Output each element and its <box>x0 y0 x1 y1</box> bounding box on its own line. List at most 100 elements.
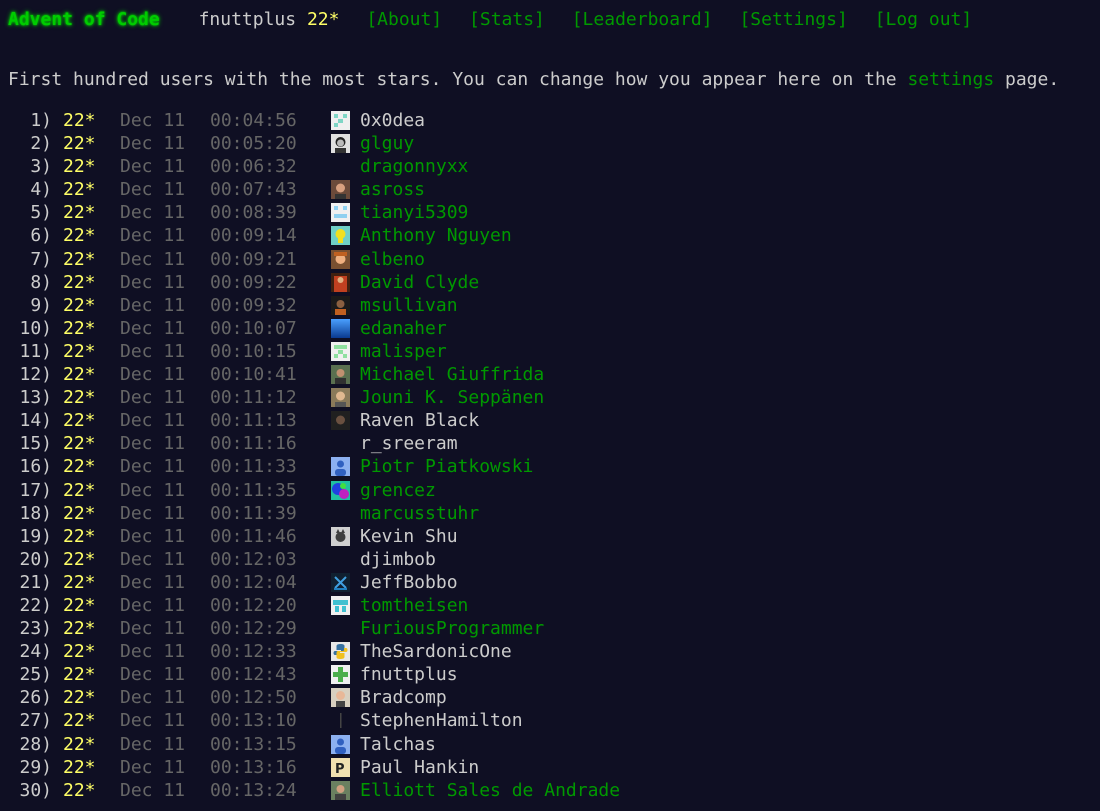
user-name-link[interactable]: Piotr Piatkowski <box>360 455 533 478</box>
user-avatar <box>331 572 350 592</box>
leaderboard-row: 12) 22* Dec 11 00:10:41 Michael Giuffrida <box>0 363 1100 386</box>
rank-position: 24) <box>19 641 52 663</box>
rank-position: 7) <box>30 248 52 270</box>
completion-date: Dec 11 <box>120 387 186 409</box>
user-avatar <box>331 595 350 615</box>
completion-time: 00:09:32 <box>210 294 297 316</box>
user-avatar <box>331 411 350 431</box>
rank-position: 30) <box>19 779 52 801</box>
user-name-link[interactable]: tomtheisen <box>360 594 468 617</box>
user-name: 0x0dea <box>360 110 426 131</box>
leaderboard-intro: First hundred users with the most stars.… <box>8 68 1059 92</box>
rank-position: 9) <box>30 294 52 316</box>
star-count: 22* <box>63 548 96 570</box>
leaderboard-row: 6) 22* Dec 11 00:09:14 Anthony Nguyen <box>0 224 1100 247</box>
completion-date: Dec 11 <box>120 225 186 247</box>
star-count: 22* <box>63 664 96 686</box>
rank-position: 25) <box>19 664 52 686</box>
leaderboard-row: 13) 22* Dec 11 00:11:12 Jouni K. Seppänen <box>0 386 1100 409</box>
star-count: 22* <box>63 248 96 270</box>
star-count: 22* <box>63 779 96 801</box>
star-count: 22* <box>63 571 96 593</box>
star-count: 22* <box>63 618 96 640</box>
completion-date: Dec 11 <box>120 687 186 709</box>
completion-time: 00:12:50 <box>210 687 297 709</box>
completion-date: Dec 11 <box>120 433 186 455</box>
star-count: 22* <box>63 110 96 131</box>
rank-position: 10) <box>19 317 52 339</box>
completion-time: 00:12:20 <box>210 594 297 616</box>
completion-time: 00:12:04 <box>210 571 297 593</box>
user-name-link[interactable]: Michael Giuffrida <box>360 363 544 386</box>
user-name-link[interactable]: Anthony Nguyen <box>360 224 512 247</box>
leaderboard-row: 16) 22* Dec 11 00:11:33 Piotr Piatkowski <box>0 455 1100 478</box>
nav-about-link[interactable]: [About] <box>366 9 442 30</box>
site-header: Advent of Code fnuttplus 22* [About] [St… <box>8 8 988 32</box>
leaderboard-row: 3) 22* Dec 11 00:06:32 dragonnyxx <box>0 155 1100 178</box>
user-name-link[interactable]: msullivan <box>360 294 458 317</box>
leaderboard-row: 18) 22* Dec 11 00:11:39 marcusstuhr <box>0 502 1100 525</box>
star-count: 22* <box>63 156 96 178</box>
nav-stats-link[interactable]: [Stats] <box>469 9 545 30</box>
user-name-link[interactable]: Jouni K. Seppänen <box>360 386 544 409</box>
leaderboard-row: 27) 22* Dec 11 00:13:10 StephenHamilton <box>0 709 1100 732</box>
completion-date: Dec 11 <box>120 456 186 478</box>
intro-settings-link[interactable]: settings <box>907 69 994 90</box>
leaderboard-row: 17) 22* Dec 11 00:11:35 grencez <box>0 479 1100 502</box>
completion-time: 00:10:41 <box>210 364 297 386</box>
user-name-link[interactable]: glguy <box>360 132 414 155</box>
nav-leaderboard-link[interactable]: [Leaderboard] <box>572 9 713 30</box>
user-avatar <box>331 480 350 500</box>
user-name-link[interactable]: grencez <box>360 479 436 502</box>
rank-position: 12) <box>19 364 52 386</box>
star-count: 22* <box>63 294 96 316</box>
user-name-link[interactable]: FuriousProgrammer <box>360 617 544 640</box>
user-name-link[interactable]: edanaher <box>360 317 447 340</box>
star-count: 22* <box>63 433 96 455</box>
star-count: 22* <box>63 479 96 501</box>
completion-time: 00:11:35 <box>210 479 297 501</box>
star-count: 22* <box>63 756 96 778</box>
user-avatar <box>331 388 350 408</box>
completion-date: Dec 11 <box>120 756 186 778</box>
star-count: 22* <box>63 133 96 155</box>
completion-date: Dec 11 <box>120 294 186 316</box>
svg-text:P: P <box>335 762 345 777</box>
user-name-link[interactable]: tianyi5309 <box>360 201 468 224</box>
leaderboard-row: 1) 22* Dec 11 00:04:56 0x0dea <box>0 109 1100 132</box>
leaderboard-row: 2) 22* Dec 11 00:05:20 glguy <box>0 132 1100 155</box>
nav-settings-link[interactable]: [Settings] <box>739 9 847 30</box>
completion-date: Dec 11 <box>120 548 186 570</box>
completion-time: 00:13:24 <box>210 779 297 801</box>
user-name-link[interactable]: asross <box>360 178 425 201</box>
completion-time: 00:13:16 <box>210 756 297 778</box>
user-avatar <box>331 272 350 292</box>
completion-time: 00:12:03 <box>210 548 297 570</box>
user-name-link[interactable]: elbeno <box>360 248 425 271</box>
star-count: 22* <box>63 364 96 386</box>
user-avatar <box>331 642 350 662</box>
site-logo-link[interactable]: Advent of Code <box>8 9 160 30</box>
user-name-link[interactable]: malisper <box>360 340 447 363</box>
user-name: JeffBobbo <box>360 571 458 593</box>
completion-date: Dec 11 <box>120 410 186 432</box>
user-name-link[interactable]: marcusstuhr <box>360 502 479 525</box>
leaderboard-row: 8) 22* Dec 11 00:09:22 David Clyde <box>0 271 1100 294</box>
rank-position: 27) <box>19 710 52 732</box>
star-count: 22* <box>63 502 96 524</box>
user-name-link[interactable]: David Clyde <box>360 271 479 294</box>
star-count: 22* <box>63 340 96 362</box>
leaderboard-row: 23) 22* Dec 11 00:12:29 FuriousProgrammer <box>0 617 1100 640</box>
leaderboard-row: 24) 22* Dec 11 00:12:33 TheSardonicOne <box>0 640 1100 663</box>
completion-time: 00:08:39 <box>210 202 297 224</box>
completion-time: 00:05:20 <box>210 133 297 155</box>
nav-logout-link[interactable]: [Log out] <box>875 9 973 30</box>
user-avatar <box>331 526 350 546</box>
user-name-link[interactable]: Elliott Sales de Andrade <box>360 779 620 802</box>
completion-time: 00:13:10 <box>210 710 297 732</box>
user-name: Raven Black <box>360 410 480 432</box>
user-avatar <box>331 134 350 154</box>
completion-time: 00:13:15 <box>210 733 297 755</box>
user-name-link[interactable]: dragonnyxx <box>360 155 468 178</box>
user-avatar <box>331 341 350 361</box>
